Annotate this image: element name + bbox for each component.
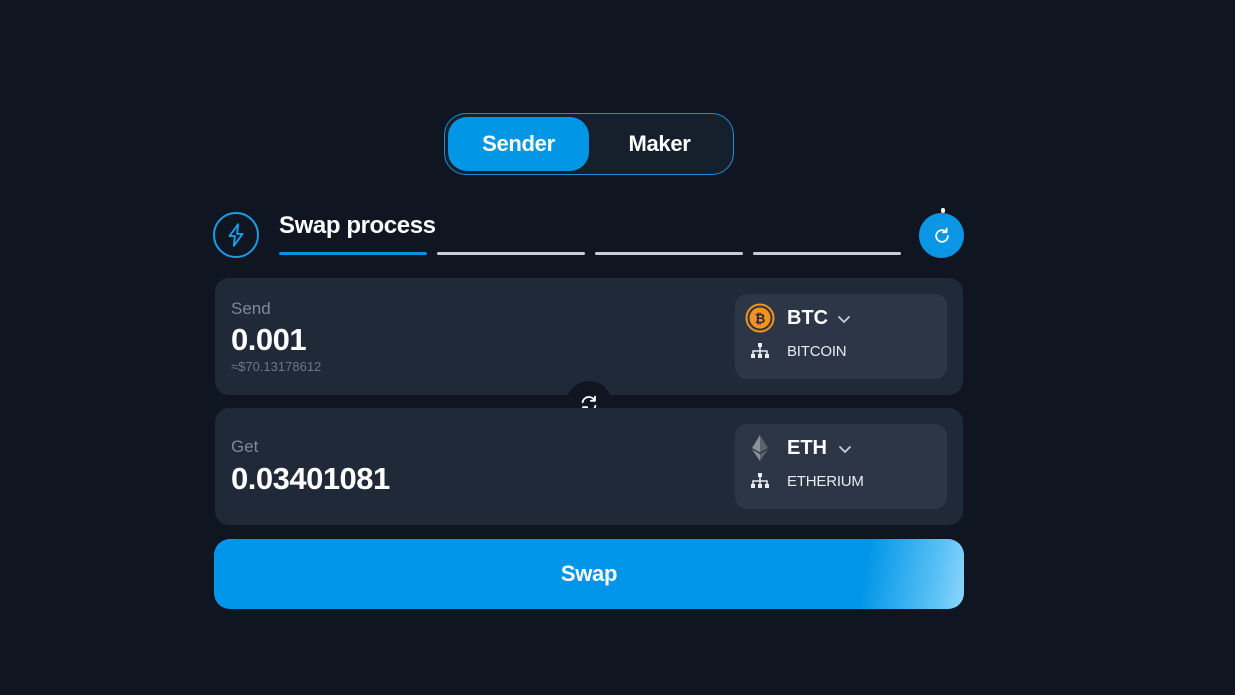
- get-card: Get 0.03401081 ETH ETHERIUM: [215, 408, 963, 525]
- progress-step: [279, 252, 427, 255]
- get-amount-output: 0.03401081: [231, 461, 390, 496]
- svg-text:₿: ₿: [755, 312, 766, 327]
- send-card: Send 0.001 ≈$70.13178612 ₿ BTC BITCOIN: [215, 278, 963, 395]
- send-label: Send: [231, 299, 271, 318]
- get-token-select[interactable]: ETH ETHERIUM: [735, 424, 947, 509]
- send-amount-input[interactable]: 0.001: [231, 322, 307, 358]
- progress-step: [753, 252, 901, 255]
- swap-button[interactable]: Swap: [214, 539, 964, 609]
- progress-step: [595, 252, 743, 255]
- sender-tab[interactable]: Sender: [448, 117, 589, 171]
- get-token-symbol: ETH: [787, 437, 827, 459]
- swap-page: Sender Maker Swap process Send 0.001 ≈$7…: [0, 0, 1235, 695]
- chevron-down-icon: [839, 446, 851, 453]
- get-label: Get: [231, 437, 259, 456]
- refresh-icon: [934, 227, 949, 243]
- page-title: Swap process: [279, 212, 436, 239]
- bitcoin-icon: ₿: [745, 303, 775, 333]
- lightning-icon: [213, 212, 259, 258]
- progress-step: [437, 252, 585, 255]
- send-fiat-value: ≈$70.13178612: [231, 359, 322, 374]
- ethereum-icon: [745, 433, 775, 463]
- refresh-button[interactable]: [919, 213, 964, 258]
- send-token-select[interactable]: ₿ BTC BITCOIN: [735, 294, 947, 379]
- network-icon: [751, 473, 769, 488]
- send-network-name: BITCOIN: [787, 343, 847, 360]
- role-toggle: Sender Maker: [444, 113, 734, 175]
- chevron-down-icon: [838, 316, 850, 323]
- progress-steps: [279, 252, 901, 255]
- send-token-symbol: BTC: [787, 307, 829, 329]
- get-network-name: ETHERIUM: [787, 473, 864, 490]
- network-icon: [751, 343, 769, 358]
- maker-tab[interactable]: Maker: [589, 117, 730, 171]
